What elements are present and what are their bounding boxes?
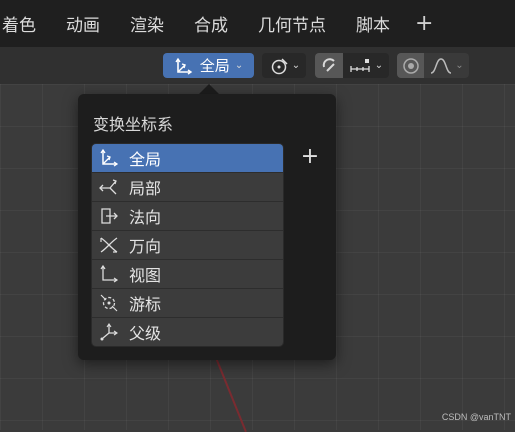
cursor-orientation-icon [98,293,124,313]
chevron-down-icon: ⌄ [291,60,301,71]
chevron-down-icon: ⌄ [234,60,244,71]
global-orientation-icon [174,57,194,75]
add-workspace-button[interactable]: + [405,0,443,47]
snap-increment-icon [349,57,373,75]
orientation-item-global[interactable]: 全局 [92,144,283,173]
tab-animation[interactable]: 动画 [51,0,115,47]
pivot-point-icon [268,56,290,76]
orientation-label: 游标 [129,295,162,314]
orientation-label: 万向 [129,237,162,256]
proportional-editing-toggle[interactable] [397,53,424,78]
tab-shading[interactable]: 着色 [0,0,51,47]
orientation-item-local[interactable]: 局部 [92,173,283,202]
snap-toggle-button[interactable] [315,53,343,78]
workspace-tabs: 着色 动画 渲染 合成 几何节点 脚本 + [0,0,515,47]
orientation-item-parent[interactable]: 父级 [92,318,283,346]
popover-title: 变换坐标系 [93,115,174,134]
watermark: CSDN @vanTNT [441,412,511,422]
orientation-label: 父级 [129,324,162,343]
transform-orientation-dropdown[interactable]: 全局 ⌄ [163,53,254,78]
parent-orientation-icon [98,322,124,342]
tab-compositing[interactable]: 合成 [179,0,243,47]
chevron-down-icon: ⌄ [374,60,384,71]
orientation-item-view[interactable]: 视图 [92,260,283,289]
view-orientation-icon [98,264,124,284]
orientation-value: 全局 [199,57,230,75]
orientation-item-normal[interactable]: 法向 [92,202,283,231]
transform-orientation-popover: 变换坐标系 全局 局部 法向 万向 视图 游标 父级 + [78,94,336,360]
smooth-falloff-icon [429,57,453,75]
magnet-icon [320,57,338,75]
orientation-label: 视图 [129,266,162,285]
chevron-down-icon: ⌄ [455,60,464,71]
tab-rendering[interactable]: 渲染 [115,0,179,47]
proportional-falloff-dropdown[interactable]: ⌄ [424,53,469,78]
orientation-list: 全局 局部 法向 万向 视图 游标 父级 [91,143,284,347]
gimbal-orientation-icon [98,235,124,255]
proportional-edit-icon [402,57,420,75]
tab-geometry-nodes[interactable]: 几何节点 [243,0,341,47]
pivot-point-dropdown[interactable]: ⌄ [262,53,306,78]
tab-scripting[interactable]: 脚本 [341,0,405,47]
orientation-label: 全局 [129,150,162,169]
add-orientation-button[interactable]: + [298,144,322,170]
global-orientation-icon [98,148,124,168]
orientation-item-cursor[interactable]: 游标 [92,289,283,318]
viewport-header: 全局 ⌄ ⌄ ⌄ ⌄ [0,47,515,84]
orientation-item-gimbal[interactable]: 万向 [92,231,283,260]
local-orientation-icon [98,177,124,197]
snap-target-dropdown[interactable]: ⌄ [343,53,389,78]
normal-orientation-icon [98,206,124,226]
orientation-label: 局部 [129,179,162,198]
orientation-label: 法向 [129,208,162,227]
